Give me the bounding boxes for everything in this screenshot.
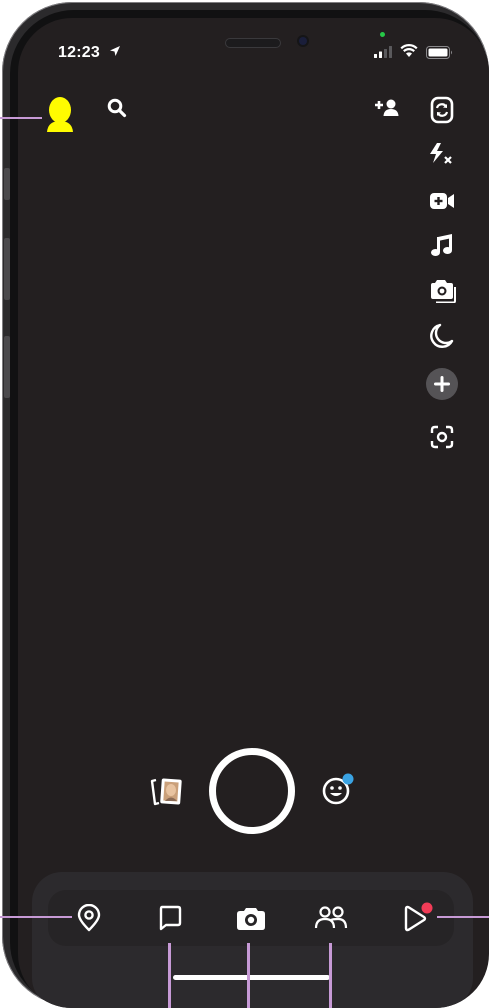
front-camera (299, 37, 307, 45)
spotlight-icon[interactable] (401, 902, 435, 934)
multi-capture-icon[interactable] (428, 277, 456, 303)
lens-notification-badge (342, 773, 354, 785)
callout-line-spotlight (437, 916, 489, 918)
bitmoji-avatar-icon[interactable] (44, 96, 76, 132)
callout-line-camera (247, 943, 250, 1008)
battery-icon (426, 46, 452, 59)
add-friend-icon[interactable] (374, 98, 400, 118)
home-indicator[interactable] (173, 975, 330, 980)
spotlight-notification-badge (421, 902, 433, 914)
stories-icon[interactable] (314, 905, 348, 931)
callout-line-profile (0, 117, 42, 119)
signal-icon (374, 46, 392, 58)
wifi-icon (400, 44, 418, 57)
callout-line-chat (168, 943, 171, 1008)
night-mode-icon[interactable] (430, 323, 454, 349)
video-chat-icon[interactable] (429, 192, 455, 210)
music-icon[interactable] (430, 232, 454, 258)
search-icon[interactable] (107, 98, 127, 118)
chat-icon[interactable] (158, 905, 182, 931)
scan-icon[interactable] (430, 425, 454, 449)
more-plus-icon[interactable] (426, 368, 458, 400)
camera-icon[interactable] (235, 904, 267, 932)
flash-off-icon[interactable] (428, 142, 454, 166)
memories-icon[interactable] (149, 777, 185, 807)
flip-camera-icon[interactable] (430, 96, 454, 124)
plus-glyph-icon (434, 376, 450, 392)
map-icon[interactable] (76, 904, 102, 932)
callout-line-map (0, 916, 72, 918)
location-arrow-icon (110, 46, 120, 56)
camera-in-use-indicator (380, 32, 385, 37)
lenses-icon[interactable] (321, 772, 355, 806)
status-time: 12:23 (58, 44, 100, 61)
earpiece-speaker (225, 38, 281, 48)
callout-line-stories (329, 943, 332, 1008)
camera-screen: 12:23 (18, 18, 489, 1008)
shutter-button[interactable] (209, 748, 295, 834)
